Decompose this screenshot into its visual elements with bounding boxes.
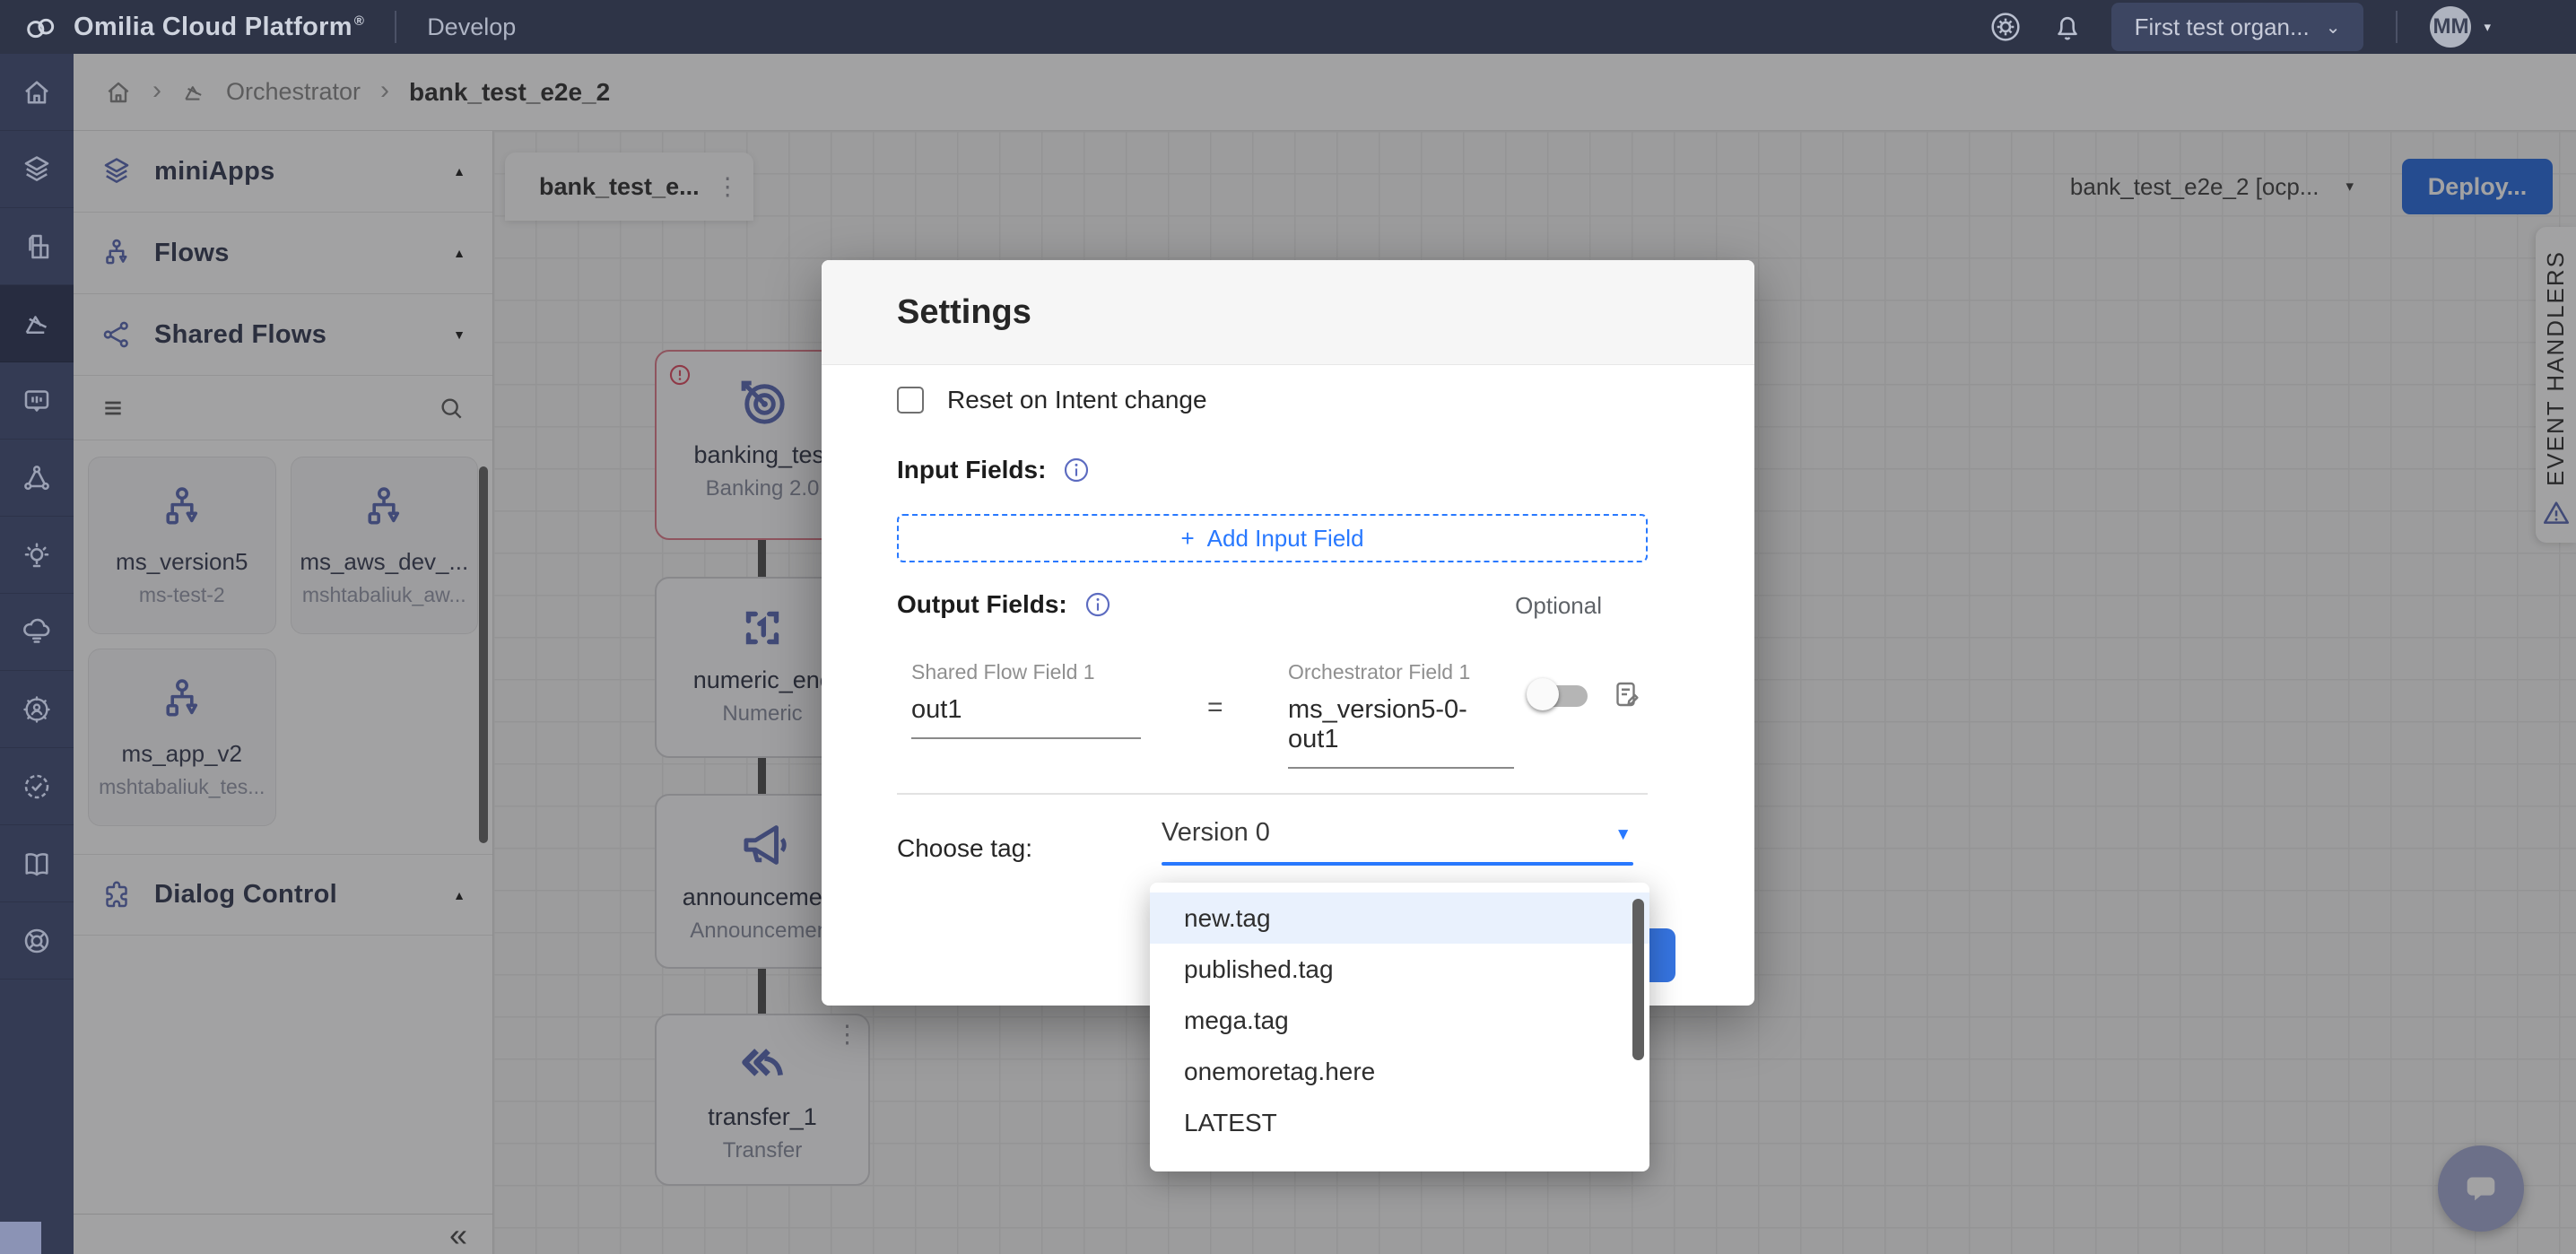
selected-tag-value: Version 0 — [1162, 818, 1633, 848]
trademark: ® — [354, 13, 364, 29]
caret-down-icon: ▾ — [2484, 19, 2491, 35]
nav-item-develop[interactable]: Develop — [427, 13, 516, 41]
reset-on-intent-row[interactable]: Reset on Intent change — [897, 386, 1207, 414]
rail-item-miniapps[interactable] — [0, 131, 74, 208]
rail-footer-highlight — [0, 1222, 41, 1254]
user-menu[interactable]: MM ▾ — [2430, 6, 2491, 48]
rail-item-documentation[interactable] — [0, 825, 74, 902]
orchestrator-field[interactable]: Orchestrator Field 1 ms_version5-0-out1 — [1288, 660, 1514, 769]
dropdown-option[interactable]: LATEST — [1150, 1097, 1649, 1148]
brand: Omilia Cloud Platform® — [0, 8, 364, 46]
topbar-divider — [2396, 11, 2398, 43]
equals-sign: = — [1207, 692, 1223, 723]
rail-item-quality[interactable] — [0, 748, 74, 825]
field-toggle-off[interactable] — [1527, 678, 1591, 712]
input-fields-label: Input Fields: — [897, 456, 1046, 484]
chevron-down-icon: ⌄ — [2326, 16, 2341, 39]
field-value[interactable]: ms_version5-0-out1 — [1288, 695, 1514, 769]
input-fields-header: Input Fields: — [897, 456, 1091, 484]
avatar[interactable]: MM — [2430, 6, 2471, 48]
checkbox-unchecked[interactable] — [897, 387, 924, 414]
rail-item-support[interactable] — [0, 902, 74, 980]
rail-item-building-block[interactable] — [0, 208, 74, 285]
dropdown-option[interactable]: onemoretag.here — [1150, 1046, 1649, 1097]
top-bar: Omilia Cloud Platform® Develop First tes… — [0, 0, 2576, 54]
brand-title: Omilia Cloud Platform® — [74, 13, 364, 42]
tag-select[interactable]: Version 0 ▼ — [1162, 818, 1633, 866]
rail-item-insights[interactable] — [0, 517, 74, 594]
rail-item-graph[interactable] — [0, 440, 74, 517]
dropdown-scrollbar[interactable] — [1632, 899, 1644, 1060]
omilia-cloud-logo-icon — [22, 8, 59, 46]
select-caret-icon: ▼ — [1614, 825, 1632, 845]
tag-dropdown-menu: new.tag published.tag mega.tag onemoreta… — [1150, 883, 1649, 1171]
info-icon[interactable] — [1083, 590, 1112, 619]
toggle-knob — [1527, 678, 1559, 710]
output-fields-header: Output Fields: — [897, 590, 1112, 619]
add-input-field-label: Add Input Field — [1207, 525, 1364, 553]
omilia-cloud-platform-app: Omilia Cloud Platform® Develop First tes… — [0, 0, 2576, 1254]
rail-item-orchestrator[interactable] — [0, 285, 74, 362]
add-input-field-button[interactable]: + Add Input Field — [897, 514, 1648, 562]
choose-tag-label: Choose tag: — [897, 834, 1032, 863]
modal-title: Settings — [897, 293, 1031, 332]
edit-note-icon[interactable] — [1611, 678, 1643, 710]
checkbox-label: Reset on Intent change — [947, 386, 1207, 414]
optional-label: Optional — [1515, 592, 1602, 620]
shared-flow-field[interactable]: Shared Flow Field 1 out1 — [911, 660, 1141, 739]
field-label: Orchestrator Field 1 — [1288, 660, 1514, 684]
rail-item-feedback[interactable] — [0, 362, 74, 440]
dropdown-option[interactable]: published.tag — [1150, 944, 1649, 995]
field-label: Shared Flow Field 1 — [911, 660, 1141, 684]
plus-icon: + — [1180, 525, 1194, 553]
rail-item-cloud-deploy[interactable] — [0, 594, 74, 671]
dropdown-option[interactable]: mega.tag — [1150, 995, 1649, 1046]
output-fields-label: Output Fields: — [897, 590, 1067, 619]
modal-header: Settings — [822, 260, 1754, 365]
organization-selector[interactable]: First test organ... ⌄ — [2111, 3, 2364, 51]
left-icon-rail — [0, 54, 74, 1254]
info-icon[interactable] — [1062, 456, 1091, 484]
settings-gear-icon[interactable] — [1988, 9, 2023, 45]
dropdown-option[interactable]: new.tag — [1150, 893, 1649, 944]
rail-item-home[interactable] — [0, 54, 74, 131]
organization-name: First test organ... — [2135, 13, 2310, 41]
topbar-divider — [395, 11, 396, 43]
rail-item-account-settings[interactable] — [0, 671, 74, 748]
modal-divider — [897, 793, 1648, 795]
select-underline — [1162, 862, 1633, 866]
field-value[interactable]: out1 — [911, 695, 1141, 739]
notifications-bell-icon[interactable] — [2050, 10, 2084, 44]
